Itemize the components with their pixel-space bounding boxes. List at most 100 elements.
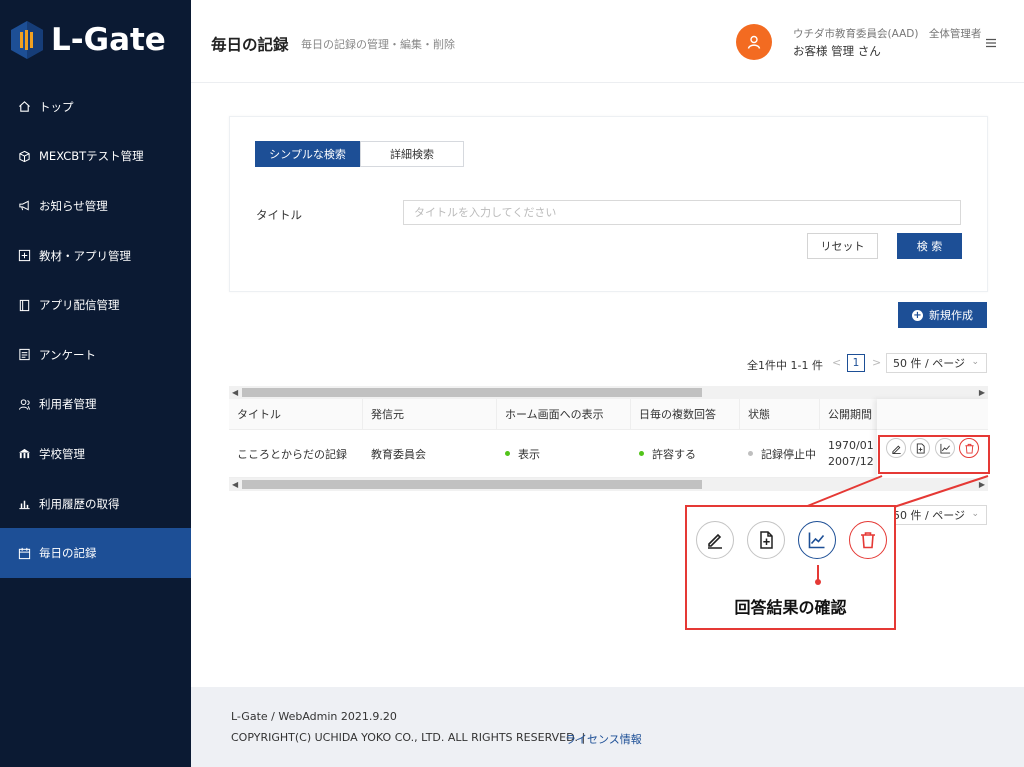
- pagination-total: 全1件中 1-1 件: [747, 359, 823, 372]
- add-document-icon: [760, 531, 773, 549]
- bar-chart-icon: [18, 497, 31, 510]
- column-header: ホーム画面への表示: [497, 399, 631, 429]
- new-create-button[interactable]: + 新規作成: [898, 302, 987, 328]
- status-dot: [639, 451, 644, 456]
- records-table: ◀ ▶ タイトル 発信元 ホーム画面への表示 日毎の複数回答 状態 公開期間 こ…: [229, 386, 988, 491]
- org-name: ウチダ市教育委員会(AAD) 全体管理者: [793, 28, 982, 40]
- search-button[interactable]: 検 索: [897, 233, 962, 259]
- delete-button-zoom[interactable]: [849, 521, 887, 559]
- chevron-down-icon: ⌄: [971, 357, 979, 367]
- prev-page-icon[interactable]: <: [832, 356, 841, 369]
- home-display-value: 表示: [518, 447, 540, 461]
- status-dot: [505, 451, 510, 456]
- sidebar-item-label: お知らせ管理: [39, 198, 108, 213]
- sidebar-item-materials[interactable]: 教材・アプリ管理: [0, 231, 191, 281]
- edit-button-zoom[interactable]: [696, 521, 734, 559]
- logo[interactable]: L-Gate: [10, 18, 166, 62]
- header: 毎日の記録 毎日の記録の管理・編集・削除 ウチダ市教育委員会(AAD) 全体管理…: [191, 0, 1024, 83]
- home-icon: [18, 100, 31, 113]
- scrollbar-thumb[interactable]: [242, 480, 702, 489]
- scroll-right-icon[interactable]: ▶: [979, 386, 985, 399]
- sidebar-item-label: 利用者管理: [39, 397, 97, 412]
- book-icon: [18, 299, 31, 312]
- column-header: 状態: [740, 399, 820, 429]
- school-icon: [18, 447, 31, 460]
- scroll-left-icon[interactable]: ◀: [232, 386, 238, 399]
- cell-status: 記録停止中: [740, 430, 820, 477]
- page-number[interactable]: 1: [847, 354, 865, 372]
- sidebar-item-top[interactable]: トップ: [0, 82, 191, 132]
- page-subtitle: 毎日の記録の管理・編集・削除: [301, 38, 455, 51]
- sidebar-item-label: アンケート: [39, 347, 97, 362]
- view-results-button-zoom[interactable]: [798, 521, 836, 559]
- brand-name: L-Gate: [51, 22, 166, 58]
- sidebar-item-label: アプリ配信管理: [39, 298, 120, 313]
- cell-multi-answer: 許容する: [631, 430, 740, 477]
- column-header: タイトル: [229, 399, 363, 429]
- sidebar-item-label: 利用履歴の取得: [39, 496, 120, 511]
- sidebar-item-survey[interactable]: アンケート: [0, 330, 191, 380]
- sidebar-item-notice[interactable]: お知らせ管理: [0, 181, 191, 231]
- sidebar-item-label: 教材・アプリ管理: [39, 248, 131, 263]
- scrollbar-thumb[interactable]: [242, 388, 702, 397]
- sidebar-item-label: トップ: [39, 99, 74, 114]
- sidebar-item-distribution[interactable]: アプリ配信管理: [0, 280, 191, 330]
- sidebar-item-label: 学校管理: [39, 446, 85, 461]
- footer-copyright: COPYRIGHT(C) UCHIDA YOKO CO., LTD. ALL R…: [231, 731, 586, 744]
- sidebar-item-label: 毎日の記録: [39, 546, 97, 561]
- user-icon: [747, 35, 761, 49]
- footer: L-Gate / WebAdmin 2021.9.20 COPYRIGHT(C)…: [191, 687, 1024, 767]
- plus-circle-icon: +: [912, 309, 923, 321]
- actions-highlight-box: [878, 435, 990, 474]
- callout-label: 回答結果の確認: [734, 598, 847, 617]
- users-icon: [18, 398, 31, 411]
- table-scrollbar-top[interactable]: ◀ ▶: [229, 386, 988, 399]
- tab-detail-search[interactable]: 詳細検索: [360, 141, 464, 167]
- cube-icon: [18, 150, 31, 163]
- status-value: 記録停止中: [761, 447, 816, 461]
- trash-icon: [861, 532, 875, 549]
- add-document-button-zoom[interactable]: [747, 521, 785, 559]
- main-content: シンプルな検索 詳細検索 タイトル リセット 検 索 + 新規作成 全1件中 1…: [191, 84, 1024, 687]
- tab-simple-search[interactable]: シンプルな検索: [255, 141, 360, 167]
- callout-zoom: 回答結果の確認: [685, 505, 896, 630]
- cell-title: こころとからだの記録: [237, 447, 347, 461]
- search-panel: シンプルな検索 詳細検索 タイトル リセット 検 索: [229, 116, 988, 292]
- edit-icon: [708, 533, 722, 549]
- cell-home-display: 表示: [497, 430, 631, 477]
- new-create-label: 新規作成: [929, 309, 973, 322]
- period-end: 2007/12: [828, 454, 874, 468]
- sidebar-item-users[interactable]: 利用者管理: [0, 380, 191, 430]
- scroll-left-icon[interactable]: ◀: [232, 478, 238, 491]
- cell-sender: 教育委員会: [371, 447, 426, 461]
- sidebar-item-label: MEXCBTテスト管理: [39, 149, 144, 164]
- page-size-select-bottom[interactable]: 50 件 / ページ ⌄: [886, 505, 987, 525]
- menu-icon[interactable]: [985, 34, 997, 48]
- reset-button[interactable]: リセット: [807, 233, 878, 259]
- sidebar-item-usage-history[interactable]: 利用履歴の取得: [0, 479, 191, 529]
- period-start: 1970/01: [828, 438, 874, 452]
- logo-icon: [11, 21, 43, 59]
- megaphone-icon: [18, 199, 31, 212]
- column-header: 発信元: [363, 399, 497, 429]
- table-scrollbar-bottom[interactable]: ◀ ▶: [229, 478, 988, 491]
- sidebar: L-Gate トップ MEXCBTテスト管理 お知らせ管理 教材・アプリ管理 ア…: [0, 0, 191, 767]
- title-label: タイトル: [256, 208, 302, 222]
- sidebar-item-schools[interactable]: 学校管理: [0, 429, 191, 479]
- page-title: 毎日の記録: [211, 36, 289, 54]
- scroll-right-icon[interactable]: ▶: [979, 478, 985, 491]
- callout-pointer: [815, 565, 821, 585]
- license-link[interactable]: ライセンス情報: [565, 731, 642, 747]
- page-size-value: 50 件 / ページ: [893, 509, 965, 522]
- page-size-value: 50 件 / ページ: [893, 357, 965, 370]
- chevron-down-icon: ⌄: [971, 509, 979, 519]
- sidebar-item-mexcbt[interactable]: MEXCBTテスト管理: [0, 132, 191, 182]
- avatar[interactable]: [736, 24, 772, 60]
- title-search-input[interactable]: [403, 200, 961, 225]
- column-header: 日毎の複数回答: [631, 399, 740, 429]
- multi-answer-value: 許容する: [652, 447, 696, 461]
- table-row[interactable]: こころとからだの記録 教育委員会 表示 許容する 記録停止中 1970/01 2…: [229, 430, 988, 478]
- sidebar-item-daily-record[interactable]: 毎日の記録: [0, 528, 191, 578]
- page-size-select[interactable]: 50 件 / ページ ⌄: [886, 353, 987, 373]
- next-page-icon[interactable]: >: [872, 356, 881, 369]
